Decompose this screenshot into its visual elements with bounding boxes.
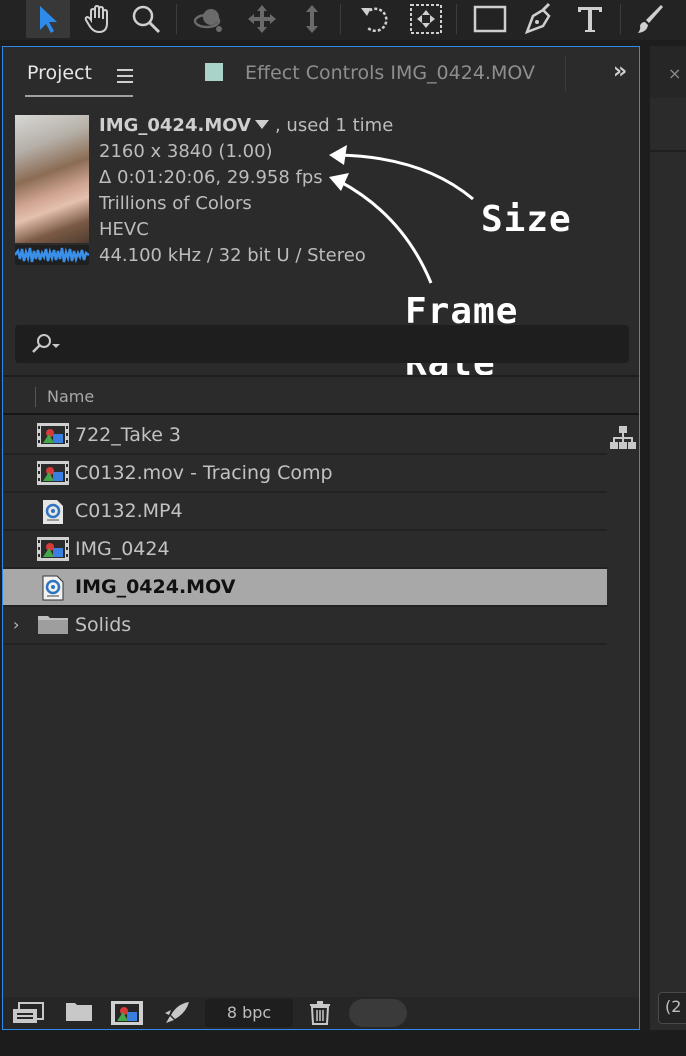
- footage-audio: 44.100 kHz / 32 bit U / Stereo: [99, 245, 366, 266]
- audio-waveform: [15, 245, 89, 265]
- type-icon: [578, 7, 602, 32]
- orbit-camera-tool-button[interactable]: [190, 0, 230, 38]
- type-tool-button[interactable]: [570, 0, 610, 38]
- trash-icon[interactable]: [309, 1001, 331, 1025]
- dropdown-triangle-icon[interactable]: [254, 120, 269, 129]
- search-icon: [32, 334, 60, 353]
- panel-menu-icon[interactable]: [117, 69, 133, 83]
- pan-camera-tool-button[interactable]: [242, 0, 282, 38]
- list-item-label: IMG_0424.MOV: [75, 576, 236, 598]
- effect-controls-swatch: [205, 63, 223, 81]
- list-item-label: C0132.mov - Tracing Comp: [75, 462, 333, 484]
- rotate-icon: [361, 7, 388, 33]
- right-panel-field-text: (2: [665, 997, 682, 1016]
- right-panel-field[interactable]: (2: [658, 992, 686, 1024]
- rectangle-tool-button[interactable]: [470, 0, 510, 38]
- composition-icon: [37, 423, 69, 447]
- chevron-right-icon[interactable]: ›: [13, 615, 19, 634]
- list-item-label: IMG_0424: [75, 538, 170, 560]
- footage-file-icon: [42, 575, 64, 601]
- footage-size: 2160 x 3840 (1.00): [99, 141, 273, 162]
- list-item-label: Solids: [75, 614, 132, 636]
- list-item[interactable]: 722_Take 3: [3, 417, 607, 455]
- pen-tool-button[interactable]: [520, 0, 560, 38]
- bit-depth-button[interactable]: 8 bpc: [205, 999, 293, 1027]
- thumbnail-slider[interactable]: [349, 999, 407, 1027]
- footage-codec: HEVC: [99, 219, 149, 240]
- footage-file-icon: [43, 500, 63, 524]
- selection-arrow-icon: [40, 6, 57, 33]
- list-item-selected[interactable]: IMG_0424.MOV: [3, 569, 607, 607]
- composition-icon: [37, 461, 69, 485]
- hand-tool-button[interactable]: [78, 0, 118, 38]
- right-panel: × (2: [650, 46, 686, 1030]
- list-item[interactable]: IMG_0424: [3, 531, 607, 569]
- list-item-label: C0132.MP4: [75, 500, 183, 522]
- footage-color-depth: Trillions of Colors: [99, 193, 252, 214]
- new-folder-icon[interactable]: [65, 1001, 93, 1023]
- selection-tool-button[interactable]: [26, 0, 70, 38]
- move-arrows-icon: [248, 5, 276, 33]
- new-composition-icon[interactable]: [111, 1001, 143, 1025]
- composition-icon: [37, 537, 69, 561]
- list-item-folder[interactable]: › Solids: [3, 607, 607, 645]
- tab-effect-controls[interactable]: Effect Controls IMG_0424.MOV: [245, 62, 535, 84]
- footage-usage: , used 1 time: [274, 115, 394, 136]
- list-item[interactable]: C0132.MP4: [3, 493, 607, 531]
- tools-toolbar: [0, 0, 686, 40]
- pen-icon: [524, 2, 551, 35]
- list-item-label: 722_Take 3: [75, 424, 182, 446]
- active-tab-indicator: [25, 95, 133, 97]
- tab-project[interactable]: Project: [27, 62, 92, 84]
- flowchart-icon[interactable]: [609, 425, 637, 451]
- overflow-tabs-icon[interactable]: »: [613, 59, 627, 84]
- project-panel: Project Effect Controls IMG_0424.MOV » I…: [2, 46, 640, 1030]
- zoom-tool-button[interactable]: [126, 0, 166, 38]
- close-icon[interactable]: ×: [668, 64, 681, 83]
- rotation-tool-button[interactable]: [354, 0, 396, 38]
- vertical-arrows-icon: [306, 5, 318, 33]
- magnifier-icon: [132, 5, 161, 34]
- footage-duration-fps: Δ 0:01:20:06, 29.958 fps: [99, 167, 323, 188]
- footage-info: IMG_0424.MOV , used 1 time 2160 x 3840 (1…: [99, 113, 393, 269]
- folder-icon: [38, 616, 68, 634]
- search-input[interactable]: [15, 325, 629, 363]
- list-item[interactable]: C0132.mov - Tracing Comp: [3, 455, 607, 493]
- list-header: Name: [3, 377, 639, 413]
- orbit-camera-icon: [193, 9, 222, 32]
- brush-icon: [638, 5, 663, 33]
- footage-thumbnail: [15, 115, 89, 243]
- annotation-size: Size: [481, 199, 572, 240]
- hand-icon: [84, 4, 108, 34]
- column-name-header[interactable]: Name: [47, 387, 94, 406]
- anchor-point-icon: [410, 4, 442, 34]
- dolly-camera-tool-button[interactable]: [294, 0, 330, 38]
- project-bottom-bar: 8 bpc: [3, 997, 639, 1029]
- pan-behind-tool-button[interactable]: [404, 0, 448, 38]
- render-queue-rocket-icon[interactable]: [163, 1001, 191, 1025]
- interpret-footage-icon[interactable]: [11, 1001, 45, 1025]
- brush-tool-button[interactable]: [630, 0, 670, 38]
- rectangle-icon: [473, 5, 507, 33]
- footage-filename: IMG_0424.MOV: [99, 115, 251, 136]
